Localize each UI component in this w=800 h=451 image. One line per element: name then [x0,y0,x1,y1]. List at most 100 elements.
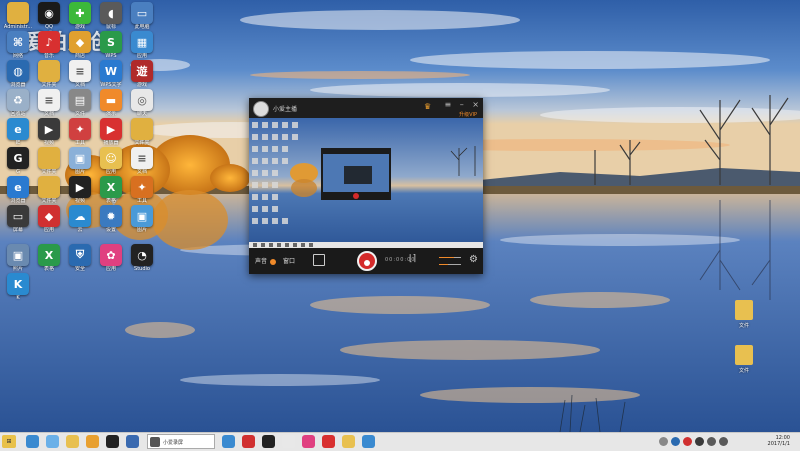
recorder-titlebar[interactable]: 小爱主播 ♛ ≡ – × 升级VIP [249,98,483,118]
desktop-icon-slides[interactable]: ▬ 演示 [95,89,127,117]
desktop-icon-computer[interactable]: ▭ 此电脑 [126,2,158,30]
recycle-bin-icon: ♻ [7,89,29,111]
desktop-icon-label: 浏览器 [10,198,26,204]
colorful-app-icon[interactable] [302,435,315,448]
audio-toggle[interactable]: 声音 [255,256,279,265]
recorder-control-bar: 声音 窗口 00:00:00 ⌊⌉ ⚙ [249,248,483,274]
tool-icon: ✦ [69,118,91,140]
desktop-icon-game2[interactable]: 遊游戏 [126,60,158,88]
desktop-icon-network[interactable]: ⌘ 网络 [2,31,34,59]
edge-browser-icon[interactable] [222,435,235,448]
desktop-icon-label: K [16,295,20,301]
folder-icon[interactable] [66,435,79,448]
desktop-icon-label: 文档 [136,169,147,175]
start-button[interactable]: ⊞ [2,435,16,448]
desktop-icon-image1[interactable]: ▣ 图片 [64,147,96,175]
minimize-icon[interactable]: – [460,100,464,109]
desktop-icon-right-1[interactable]: 文件 [732,300,756,329]
tool-icon[interactable] [242,435,255,448]
desktop-icon-app3[interactable]: ◆ 应用 [33,205,65,233]
volume-slider[interactable] [435,254,463,268]
desktop-icon-tool[interactable]: ✦ 工具 [64,118,96,146]
obs-icon: ◔ [131,244,153,266]
settings-gear-icon[interactable] [126,435,139,448]
desktop-icon-ie[interactable]: e IE [2,118,34,146]
cloud-icon[interactable] [46,435,59,448]
gear-icon[interactable]: ⚙ [469,254,478,265]
desktop-icon-excel2[interactable]: X 表格 [33,244,65,272]
desktop-icon-screen[interactable]: ▭ 屏幕 [2,205,34,233]
desktop-icon-face-app[interactable]: ☺ 应用 [95,147,127,175]
chat-icon[interactable] [282,435,295,448]
player-icon: ▶ [100,118,122,140]
volume-icon[interactable] [719,437,728,446]
desktop-icon-recycle[interactable]: ♻ 回收站 [2,89,34,117]
desktop-icon-folder4[interactable]: 文件夹 [33,176,65,204]
desktop-icon-music[interactable]: ♪ 音乐 [33,31,65,59]
qq-penguin-icon[interactable] [106,435,119,448]
region-select-icon[interactable] [313,254,325,266]
k-app-icon: K [7,273,29,295]
desktop-icon-folder1[interactable]: 文件夹 [33,60,65,88]
desktop-icon-qq[interactable]: ◉ QQ [33,2,65,30]
close-icon[interactable]: × [472,100,479,109]
desktop-icon-folder2[interactable]: 文件夹 [126,118,158,146]
desktop-icon-file1[interactable]: ▤ 文件 [64,89,96,117]
record-button[interactable] [357,251,377,271]
chat-icon: ◎ [131,89,153,111]
desktop-icon-wps-w[interactable]: W WPS文字 [95,60,127,88]
tray-icon[interactable] [683,437,692,446]
tray-icon[interactable] [695,437,704,446]
desktop-icon-edge[interactable]: e 浏览器 [2,176,34,204]
g-app-icon[interactable] [262,435,275,448]
desktop-icon-photo[interactable]: ▣ 照片 [2,244,34,272]
desktop-icon-doc3[interactable]: ≡ 文档 [126,147,158,175]
crown-icon[interactable]: ♛ [424,102,431,111]
mode-toggle[interactable]: 窗口 [283,256,295,265]
desktop-icon-mouse[interactable]: ◖ 鼠标 [95,2,127,30]
desktop-icon-video[interactable]: ▶ 视频 [33,118,65,146]
desktop-icon-cloud[interactable]: ☁ 云 [64,205,96,233]
taskbar-active-window[interactable]: 小爱录屏 [147,434,215,449]
network-icon[interactable] [707,437,716,446]
trim-icon[interactable]: ⌊⌉ [409,254,416,264]
desktop-icon-chat[interactable]: ◎ 聊天 [126,89,158,117]
desktop-icon-Administrator[interactable]: Administr... [2,2,34,30]
desktop-icon-g-app[interactable]: GG [2,147,34,175]
desktop-icon-doc1[interactable]: ≡ 文档 [64,60,96,88]
desktop-icon-label: WPS [105,53,117,59]
desktop-icon-browser[interactable]: ◍ 浏览器 [2,60,34,88]
app-grid-icon[interactable] [362,435,375,448]
desktop-icon-tool2[interactable]: ✦ 工具 [126,176,158,204]
desktop-icon-video2[interactable]: ▶ 视频 [64,176,96,204]
desktop-icon-wps[interactable]: S WPS [95,31,127,59]
upgrade-vip-link[interactable]: 升级VIP [459,111,477,118]
desktop-icon-image2[interactable]: ▣ 图片 [126,205,158,233]
desktop-icon-colorful[interactable]: ✿ 应用 [95,244,127,272]
desktop-icon-game[interactable]: ✚ 游戏 [64,2,96,30]
avatar[interactable] [253,101,269,117]
desktop-icon-label: Administr... [3,24,33,30]
document-icon: ≡ [69,60,91,82]
screen-recorder-window[interactable]: 小爱主播 ♛ ≡ – × 升级VIP 声音 窗口 00:00:00 ⌊⌉ ⚙ [249,98,483,274]
desktop-icon-settings[interactable]: ✹ 设置 [95,205,127,233]
desktop-icon-shield[interactable]: ⛨ 安全 [64,244,96,272]
desktop-icon-store[interactable]: ◆ 商店 [64,31,96,59]
desktop-icon-player[interactable]: ▶ 播放器 [95,118,127,146]
desktop-icon-k-app[interactable]: KK [2,273,34,301]
desktop-icon-doc2[interactable]: ≡ 文档 [33,89,65,117]
face-app-icon[interactable] [342,435,355,448]
game-icon[interactable] [86,435,99,448]
desktop-icon-obs[interactable]: ◔ Studio [126,244,158,272]
desktop-icon-excel[interactable]: X 表格 [95,176,127,204]
menu-icon[interactable]: ≡ [445,100,452,109]
desktop-icon-app-grid[interactable]: ▦ 应用 [126,31,158,59]
clock[interactable]: 12:00 2017/1/1 [768,435,790,447]
player-icon[interactable] [322,435,335,448]
tray-icon[interactable] [671,437,680,446]
browser-globe-icon[interactable] [26,435,39,448]
desktop-icon-label: 回收站 [10,111,26,117]
desktop-icon-folder3[interactable]: 文件夹 [33,147,65,175]
tray-icon[interactable] [659,437,668,446]
desktop-icon-right-2[interactable]: 文件 [732,345,756,374]
